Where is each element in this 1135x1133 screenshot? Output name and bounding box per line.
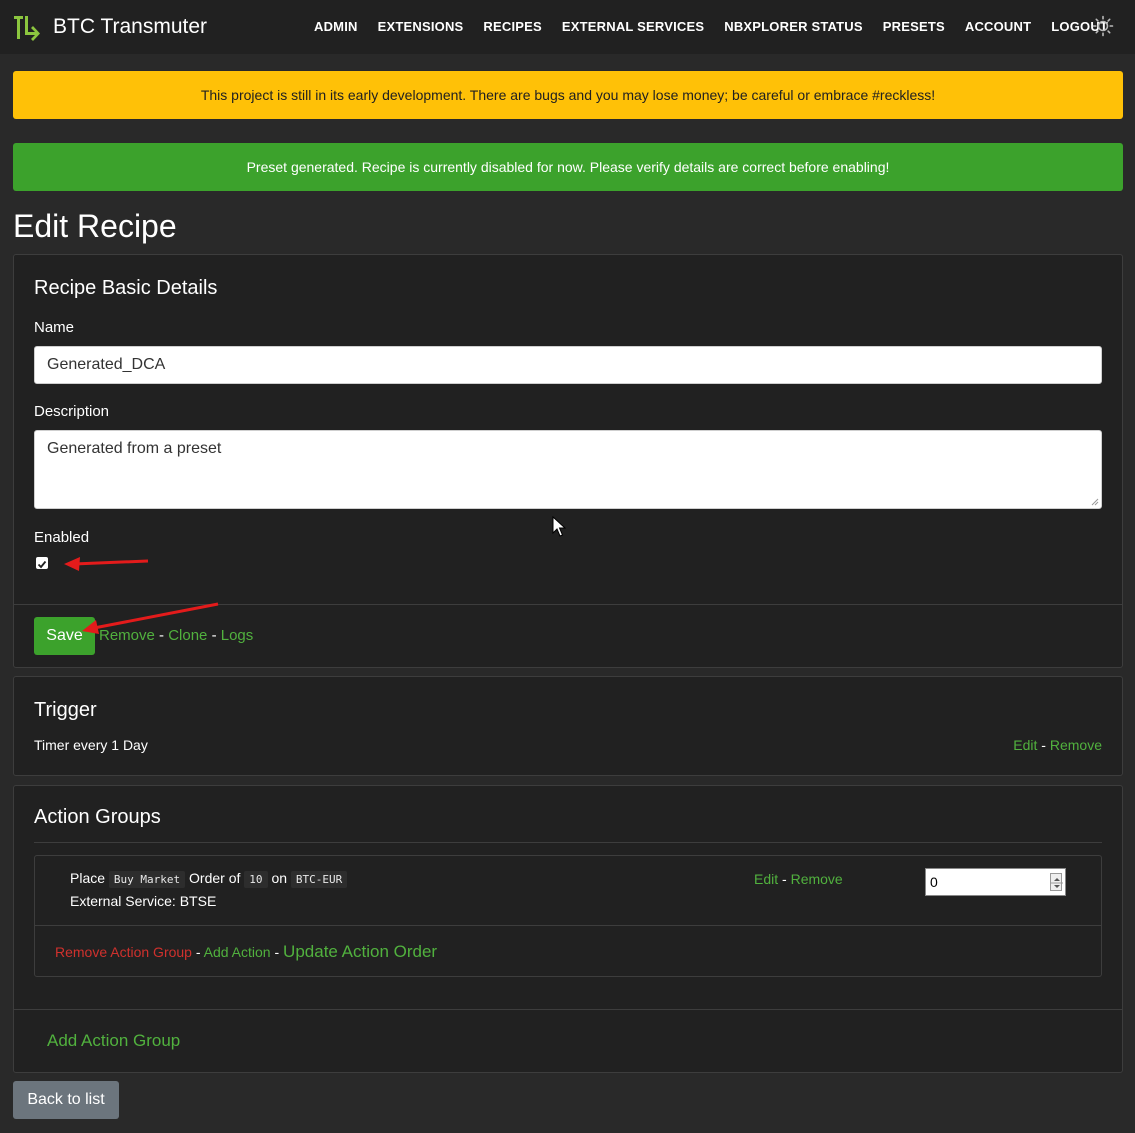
- enabled-label: Enabled: [34, 529, 90, 546]
- action-group: Place Buy Market Order of 10 on BTC-EUR …: [34, 855, 1102, 977]
- trigger-card: Trigger Timer every 1 Day Edit - Remove: [13, 676, 1123, 776]
- separator: -: [211, 627, 217, 644]
- resize-grip-icon[interactable]: [1089, 496, 1099, 506]
- pair-tag: BTC-EUR: [290, 871, 348, 888]
- save-button[interactable]: Save: [34, 617, 95, 655]
- action-text-place: Place: [70, 870, 106, 886]
- nav-external-services[interactable]: EXTERNAL SERVICES: [552, 0, 714, 54]
- checkmark-icon: [37, 560, 47, 569]
- remove-trigger-link[interactable]: Remove: [1050, 737, 1102, 753]
- separator: -: [274, 944, 280, 960]
- action-text-on: on: [271, 870, 288, 886]
- separator: -: [195, 944, 201, 960]
- top-navbar: BTC Transmuter ADMIN EXTENSIONS RECIPES …: [0, 0, 1135, 54]
- logo-icon: [14, 16, 40, 41]
- action-description: Place Buy Market Order of 10 on BTC-EUR: [70, 870, 348, 888]
- action-groups-title: Action Groups: [34, 806, 161, 828]
- action-order-value: 0: [930, 874, 938, 890]
- amount-tag: 10: [244, 871, 268, 888]
- separator: -: [159, 627, 165, 644]
- logs-link[interactable]: Logs: [221, 627, 254, 644]
- add-action-group-link[interactable]: Add Action Group: [47, 1031, 180, 1051]
- brand[interactable]: BTC Transmuter: [12, 12, 207, 42]
- external-service-text: External Service: BTSE: [70, 893, 217, 909]
- page-title: Edit Recipe: [13, 208, 177, 244]
- action-links: Edit - Remove: [754, 871, 843, 887]
- trigger-actions: Edit - Remove: [1013, 737, 1102, 753]
- action-text-order-of: Order of: [189, 870, 241, 886]
- description-text: Generated from a preset: [47, 440, 222, 457]
- nav-nbxplorer-status[interactable]: NBXPLORER STATUS: [714, 0, 873, 54]
- recipe-basic-details-card: Recipe Basic Details Name Generated_DCA …: [13, 254, 1123, 668]
- nav-account[interactable]: ACCOUNT: [955, 0, 1041, 54]
- name-label: Name: [34, 319, 75, 336]
- name-input[interactable]: Generated_DCA: [34, 346, 1102, 384]
- stepper-icon[interactable]: [1050, 873, 1063, 891]
- action-group-links: Remove Action Group - Add Action - Updat…: [55, 942, 437, 962]
- remove-action-link[interactable]: Remove: [791, 871, 843, 887]
- remove-recipe-link[interactable]: Remove: [99, 627, 155, 644]
- edit-action-link[interactable]: Edit: [754, 871, 778, 887]
- recipe-actions: Remove - Clone - Logs: [99, 627, 253, 644]
- update-action-order-link[interactable]: Update Action Order: [283, 942, 437, 961]
- nav-admin[interactable]: ADMIN: [304, 0, 368, 54]
- success-alert: Preset generated. Recipe is currently di…: [13, 143, 1123, 191]
- trigger-description: Timer every 1 Day: [34, 737, 148, 753]
- separator: -: [782, 871, 787, 887]
- card-title: Recipe Basic Details: [34, 277, 218, 299]
- separator: -: [1041, 737, 1046, 753]
- order-type-tag: Buy Market: [108, 871, 186, 888]
- title-divider: [34, 842, 1102, 843]
- description-textarea[interactable]: Generated from a preset: [34, 430, 1102, 509]
- sun-icon[interactable]: [1092, 15, 1114, 37]
- card-divider: [14, 604, 1122, 605]
- enabled-checkbox[interactable]: [36, 557, 48, 569]
- remove-action-group-link[interactable]: Remove Action Group: [55, 944, 192, 960]
- brand-name: BTC Transmuter: [53, 15, 208, 38]
- nav-recipes[interactable]: RECIPES: [473, 0, 551, 54]
- trigger-title: Trigger: [34, 699, 97, 721]
- warning-alert: This project is still in its early devel…: [13, 71, 1123, 119]
- action-groups-card: Action Groups Place Buy Market Order of …: [13, 785, 1123, 1073]
- card-divider: [14, 1009, 1122, 1010]
- edit-trigger-link[interactable]: Edit: [1013, 737, 1037, 753]
- group-divider: [35, 925, 1101, 926]
- nav-presets[interactable]: PRESETS: [873, 0, 955, 54]
- nav-extensions[interactable]: EXTENSIONS: [368, 0, 474, 54]
- back-to-list-button[interactable]: Back to list: [13, 1081, 119, 1119]
- nav-links: ADMIN EXTENSIONS RECIPES EXTERNAL SERVIC…: [304, 0, 1118, 54]
- add-action-link[interactable]: Add Action: [204, 944, 271, 960]
- description-label: Description: [34, 403, 110, 420]
- clone-recipe-link[interactable]: Clone: [168, 627, 207, 644]
- action-order-input[interactable]: 0: [925, 868, 1066, 896]
